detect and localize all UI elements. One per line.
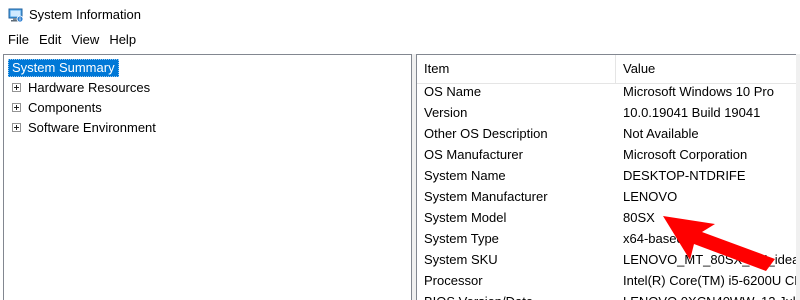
- tree-item-software-environment[interactable]: Software Environment: [8, 118, 156, 138]
- table-row[interactable]: OS Name Microsoft Windows 10 Pro: [417, 81, 796, 102]
- item-cell: System Name: [424, 168, 506, 183]
- title-bar: System Information: [0, 0, 800, 30]
- item-cell: OS Manufacturer: [424, 147, 523, 162]
- value-cell: DESKTOP-NTDRIFE: [623, 168, 746, 183]
- value-cell: LENOVO 0XCN40WW, 12 Jul 16: [623, 291, 796, 300]
- column-header-value[interactable]: Value: [623, 55, 655, 83]
- value-cell: Microsoft Corporation: [623, 147, 748, 162]
- menu-help[interactable]: Help: [104, 30, 141, 50]
- item-cell: System Model: [424, 210, 507, 225]
- table-row[interactable]: System Model 80SX: [417, 207, 796, 228]
- value-cell: LENOVO: [623, 189, 678, 204]
- expand-plus-icon[interactable]: [12, 83, 21, 92]
- menu-file[interactable]: File: [3, 30, 34, 50]
- expand-plus-icon[interactable]: [12, 123, 21, 132]
- value-cell: Microsoft Windows 10 Pro: [623, 84, 774, 99]
- window-title: System Information: [29, 7, 141, 22]
- category-tree: System Summary Hardware Resources Compon…: [8, 58, 156, 138]
- tree-item-system-summary[interactable]: System Summary: [8, 58, 119, 78]
- tree-item-label: Components: [28, 100, 102, 115]
- table-row[interactable]: System SKU LENOVO_MT_80SX_BU_idea_FM: [417, 249, 796, 270]
- table-row[interactable]: System Name DESKTOP-NTDRIFE: [417, 165, 796, 186]
- menu-view[interactable]: View: [66, 30, 104, 50]
- item-cell: System SKU: [424, 252, 498, 267]
- system-information-icon: [8, 8, 24, 23]
- category-tree-pane: System Summary Hardware Resources Compon…: [3, 54, 412, 300]
- vertical-scrollbar[interactable]: [796, 54, 800, 300]
- column-header-item[interactable]: Item: [424, 55, 449, 83]
- tree-item-label: Software Environment: [28, 120, 156, 135]
- table-row[interactable]: Version 10.0.19041 Build 19041: [417, 102, 796, 123]
- list-header: Item Value: [417, 55, 796, 84]
- tree-item-hardware-resources[interactable]: Hardware Resources: [8, 78, 150, 98]
- value-cell: Not Available: [623, 126, 699, 141]
- table-row[interactable]: Other OS Description Not Available: [417, 123, 796, 144]
- tree-item-components[interactable]: Components: [8, 98, 119, 118]
- menu-edit[interactable]: Edit: [34, 30, 66, 50]
- column-divider[interactable]: [615, 55, 616, 83]
- menu-bar: File Edit View Help: [0, 30, 800, 50]
- table-row[interactable]: BIOS Version/Date LENOVO 0XCN40WW, 12 Ju…: [417, 291, 796, 300]
- tree-item-label: System Summary: [8, 59, 119, 77]
- table-row[interactable]: Processor Intel(R) Core(TM) i5-6200U CPU: [417, 270, 796, 291]
- value-cell: LENOVO_MT_80SX_BU_idea_FM: [623, 252, 796, 267]
- table-row[interactable]: OS Manufacturer Microsoft Corporation: [417, 144, 796, 165]
- value-cell: x64-based PC: [623, 231, 706, 246]
- item-cell: OS Name: [424, 84, 482, 99]
- item-cell: Other OS Description: [424, 126, 548, 141]
- tree-item-label: Hardware Resources: [28, 80, 151, 95]
- value-cell: Intel(R) Core(TM) i5-6200U CPU: [623, 273, 796, 288]
- expand-plus-icon[interactable]: [12, 103, 21, 112]
- value-cell: 80SX: [623, 210, 655, 225]
- item-cell: System Manufacturer: [424, 189, 548, 204]
- details-list-pane: Item Value OS Name Microsoft Windows 10 …: [416, 54, 796, 300]
- item-cell: System Type: [424, 231, 499, 246]
- value-cell: 10.0.19041 Build 19041: [623, 105, 761, 120]
- item-cell: BIOS Version/Date: [424, 291, 533, 300]
- table-row[interactable]: System Type x64-based PC: [417, 228, 796, 249]
- item-cell: Version: [424, 105, 468, 120]
- item-cell: Processor: [424, 273, 483, 288]
- table-row[interactable]: System Manufacturer LENOVO: [417, 186, 796, 207]
